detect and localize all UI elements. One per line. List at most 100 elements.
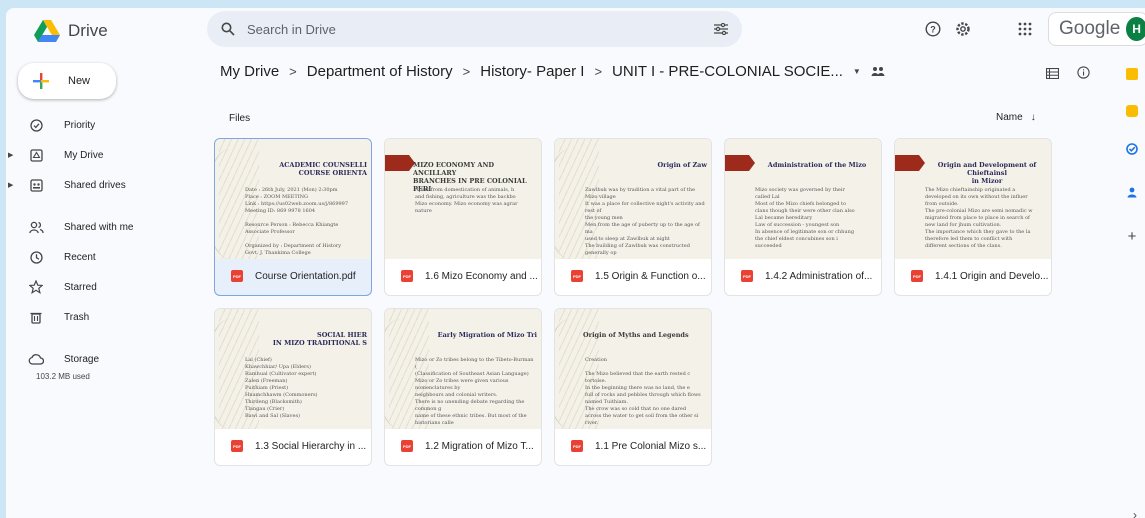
search-icon[interactable]	[221, 22, 235, 36]
shared-with-me-icon	[26, 221, 46, 234]
avatar[interactable]: H	[1126, 17, 1145, 41]
pdf-icon: PDF	[401, 440, 413, 452]
thumbnail-title: Origin and Development of Chieftainsl in…	[937, 161, 1037, 185]
sidebar-item-trash[interactable]: Trash	[6, 302, 206, 332]
cloud-icon	[26, 353, 46, 365]
add-addon-plus-icon[interactable]: +	[1128, 228, 1137, 245]
sidebar-item-label: Storage	[64, 353, 100, 365]
expand-caret-icon[interactable]: ▶	[8, 181, 13, 189]
thumbnail-text: Lal (Chief) Khawchhiar/ Upa (Elders) Ram…	[245, 357, 318, 419]
priority-icon	[26, 118, 46, 132]
apps-grid-icon[interactable]	[1016, 20, 1034, 38]
file-card[interactable]: Origin of Myths and Legends Creation The…	[554, 308, 712, 466]
file-card[interactable]: Administration of the Mizo Mizo society …	[724, 138, 882, 296]
file-card[interactable]: Origin and Development of Chieftainsl in…	[894, 138, 1052, 296]
sidebar-item-label: My Drive	[64, 149, 104, 161]
svg-text:?: ?	[930, 25, 936, 35]
keep-icon[interactable]	[1126, 105, 1138, 117]
file-name: 1.1 Pre Colonial Mizo s...	[595, 440, 707, 452]
chevron-right-icon: >	[289, 64, 297, 79]
settings-gear-icon[interactable]	[954, 20, 972, 38]
new-button-label: New	[68, 75, 91, 87]
pdf-icon: PDF	[741, 270, 753, 282]
breadcrumb-item[interactable]: Department of History	[307, 63, 453, 80]
breadcrumb-item[interactable]: My Drive	[220, 63, 279, 80]
chevron-right-icon[interactable]: ›	[1133, 508, 1137, 518]
calendar-icon[interactable]	[1126, 68, 1138, 80]
sidebar-item-label: Shared drives	[64, 179, 126, 191]
chevron-right-icon: >	[462, 64, 471, 79]
sidebar-item-label: Shared with me	[64, 221, 134, 233]
breadcrumb-item[interactable]: History- Paper I	[480, 63, 584, 80]
chevron-right-icon: >	[594, 64, 603, 79]
file-thumbnail: Administration of the Mizo Mizo society …	[725, 139, 881, 259]
file-name: Course Orientation.pdf	[255, 270, 356, 282]
search-options-icon[interactable]	[714, 23, 728, 35]
file-name: 1.2 Migration of Mizo T...	[425, 440, 534, 452]
list-view-icon[interactable]	[1045, 66, 1060, 84]
arrow-down-icon: ↓	[1030, 112, 1036, 123]
file-thumbnail: ACADEMIC COUNSELLI COURSE ORIENTA Date :…	[215, 139, 371, 259]
pdf-icon: PDF	[231, 270, 243, 282]
side-panel-rail: +	[1126, 68, 1138, 245]
file-card[interactable]: Origin of Zaw Zawlbuk was by tradition a…	[554, 138, 712, 296]
sidebar-item-my-drive[interactable]: ▶ My Drive	[6, 140, 206, 170]
thumbnail-title: Early Migration of Mizo Tri	[437, 331, 537, 339]
sidebar-item-label: Starred	[64, 281, 97, 293]
thumbnail-text: The Mizo chieftainship originated a deve…	[925, 187, 1033, 249]
sidebar-item-recent[interactable]: Recent	[6, 242, 206, 272]
help-icon[interactable]: ?	[924, 20, 942, 38]
contacts-icon[interactable]	[1126, 185, 1138, 203]
my-drive-icon	[26, 148, 46, 162]
shared-drives-icon	[26, 178, 46, 192]
thumbnail-title: Origin of Myths and Legends	[583, 331, 689, 339]
file-name: 1.4.2 Administration of...	[765, 270, 873, 282]
drive-window: Drive Search in Drive ? Google H New Pri…	[6, 8, 1145, 518]
pdf-icon: PDF	[911, 270, 923, 282]
breadcrumb-current[interactable]: UNIT I - PRE-COLONIAL SOCIE...	[612, 63, 843, 80]
view-controls	[1045, 66, 1090, 84]
sidebar-item-label: Trash	[64, 311, 90, 323]
sort-control[interactable]: Name ↓	[996, 112, 1036, 123]
sidebar-item-priority[interactable]: Priority	[6, 110, 206, 140]
search-input[interactable]: Search in Drive	[247, 22, 714, 37]
thumbnail-title: Administration of the Mizo	[767, 161, 867, 169]
pdf-icon: PDF	[401, 270, 413, 282]
file-thumbnail: Origin of Zaw Zawlbuk was by tradition a…	[555, 139, 711, 259]
section-label-files: Files	[229, 113, 251, 124]
shared-people-icon[interactable]	[871, 63, 885, 80]
file-name: 1.5 Origin & Function o...	[595, 270, 706, 282]
app-name: Drive	[68, 21, 108, 40]
pdf-icon: PDF	[571, 440, 583, 452]
sidebar-item-storage[interactable]: Storage	[6, 344, 206, 374]
sort-label: Name	[996, 112, 1023, 123]
storage-used-text: 103.2 MB used	[36, 372, 90, 381]
thumbnail-text: Date : 26th July, 2021 (Mon) 2:30pm Plac…	[245, 187, 349, 256]
info-icon[interactable]	[1077, 66, 1090, 84]
thumbnail-text: Apart from domestication of animals, h a…	[415, 187, 518, 214]
sidebar-item-shared-with-me[interactable]: Shared with me	[6, 212, 206, 242]
star-icon	[26, 280, 46, 294]
sidebar-item-starred[interactable]: Starred	[6, 272, 206, 302]
pdf-icon: PDF	[571, 270, 583, 282]
file-card[interactable]: SOCIAL HIER IN MIZO TRADITIONAL S Lal (C…	[214, 308, 372, 466]
new-button[interactable]: New	[18, 63, 116, 99]
sidebar-item-shared-drives[interactable]: ▶ Shared drives	[6, 170, 206, 200]
thumbnail-text: Mizo or Zo tribes belong to the Tibeto-B…	[415, 357, 534, 426]
chevron-down-icon[interactable]: ▼	[853, 67, 861, 76]
drive-logo[interactable]: Drive	[34, 20, 108, 42]
file-thumbnail: Early Migration of Mizo Tri Mizo or Zo t…	[385, 309, 541, 429]
thumbnail-text: Zawlbuk was by tradition a vital part of…	[585, 187, 705, 256]
sidebar-item-label: Recent	[64, 251, 96, 263]
file-name: 1.4.1 Origin and Develo...	[935, 270, 1049, 282]
clock-icon	[26, 250, 46, 264]
file-thumbnail: Origin of Myths and Legends Creation The…	[555, 309, 711, 429]
tasks-icon[interactable]	[1126, 142, 1138, 160]
expand-caret-icon[interactable]: ▶	[8, 151, 13, 159]
account-switcher[interactable]: Google H	[1048, 12, 1145, 46]
file-card[interactable]: ACADEMIC COUNSELLI COURSE ORIENTA Date :…	[214, 138, 372, 296]
file-card[interactable]: Early Migration of Mizo Tri Mizo or Zo t…	[384, 308, 542, 466]
file-card[interactable]: MIZO ECONOMY AND ANCILLARY BRANCHES IN P…	[384, 138, 542, 296]
google-wordmark: Google	[1059, 18, 1121, 39]
search-bar[interactable]: Search in Drive	[207, 11, 742, 47]
